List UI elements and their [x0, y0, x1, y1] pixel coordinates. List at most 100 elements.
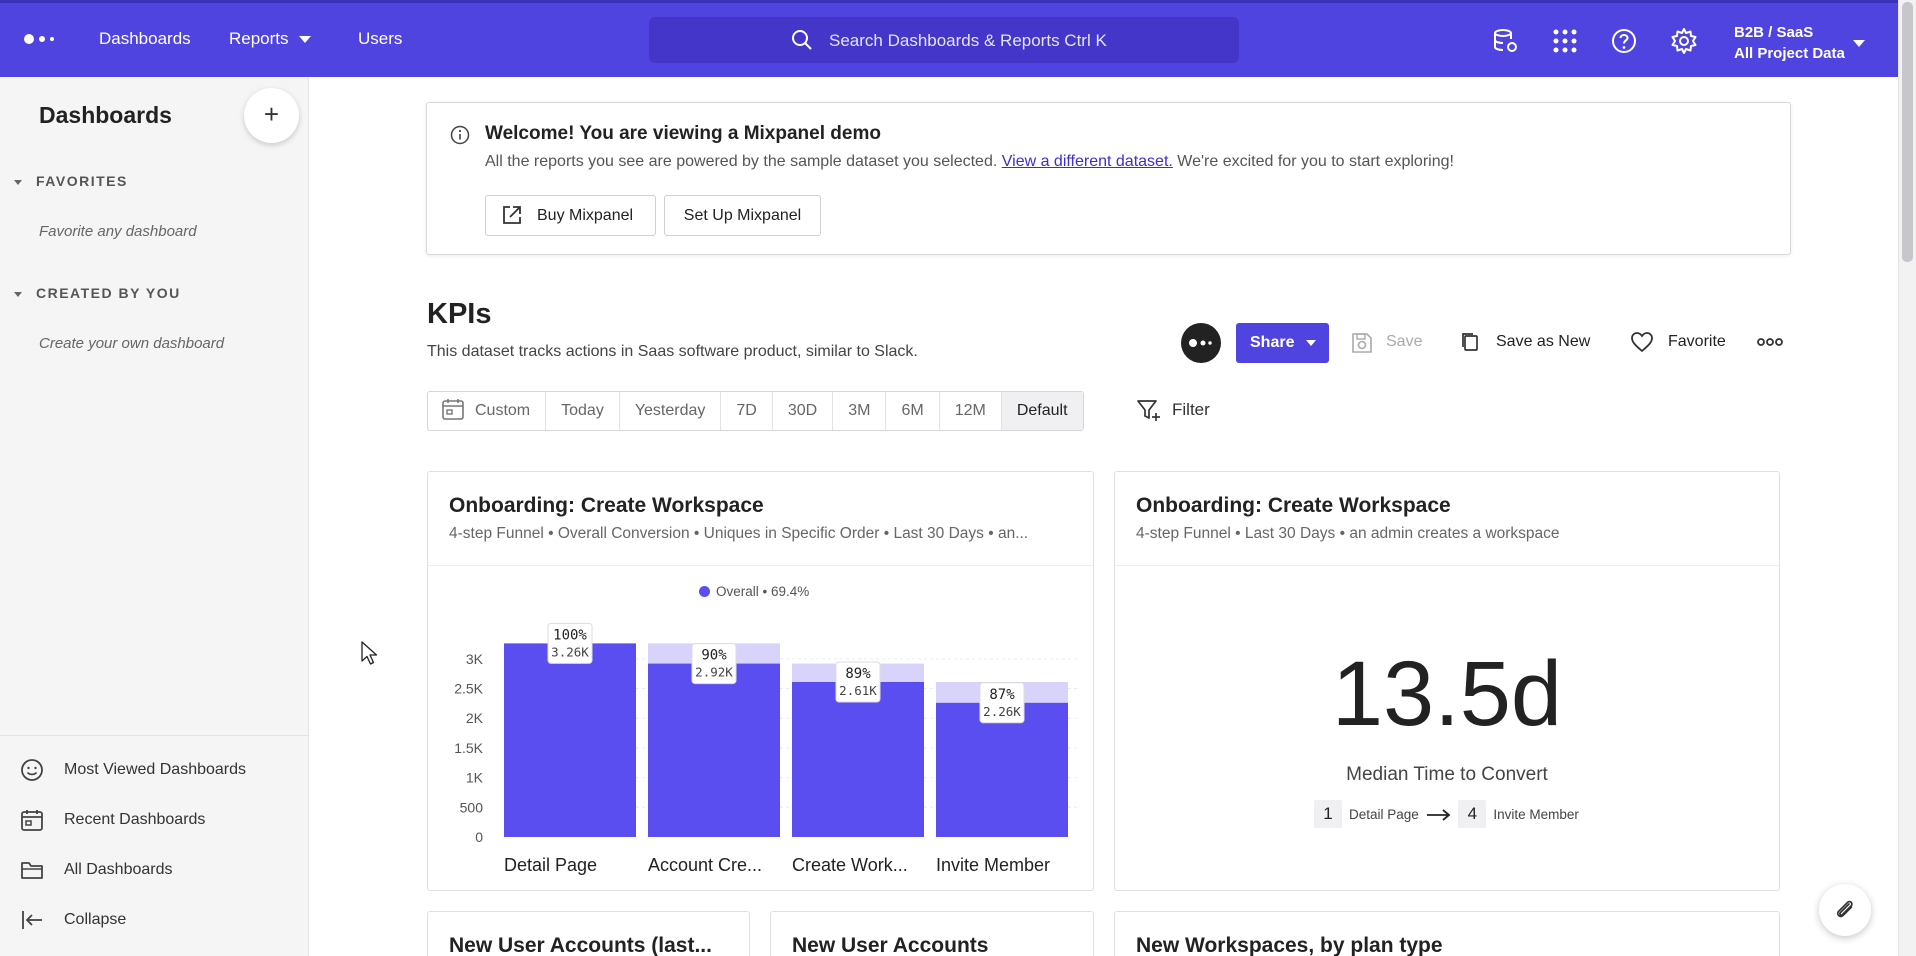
date-range-30d[interactable]: 30D [773, 392, 834, 430]
divider [1115, 565, 1779, 566]
date-range-custom[interactable]: Custom [428, 392, 547, 430]
ellipsis-icon [1757, 338, 1783, 346]
mixpanel-logo[interactable] [24, 31, 56, 47]
scrollbar-thumb[interactable] [1902, 2, 1913, 262]
add-dashboard-button[interactable]: + [244, 88, 299, 143]
divider [0, 735, 309, 736]
percent-label: 90% [701, 648, 727, 664]
buy-mixpanel-button[interactable]: Buy Mixpanel [485, 195, 656, 236]
date-range-default[interactable]: Default [1001, 392, 1083, 430]
collapse-arrow-icon [22, 911, 42, 929]
x-category-label: Create Work... [792, 855, 908, 875]
smiley-icon [21, 759, 43, 781]
date-range-3m[interactable]: 3M [833, 392, 887, 430]
dashboard-description[interactable]: This dataset tracks actions in Saas soft… [427, 343, 918, 361]
nav-reports[interactable]: Reports [229, 29, 311, 49]
date-range-12m[interactable]: 12M [940, 392, 1002, 430]
nav-reports-label: Reports [229, 29, 289, 48]
funnel-chart-card[interactable]: Onboarding: Create Workspace 4-step Funn… [427, 471, 1094, 891]
link-label: Collapse [64, 911, 127, 928]
welcome-banner: Welcome! You are viewing a Mixpanel demo… [426, 102, 1791, 255]
created-hint: Create your own dashboard [39, 335, 225, 352]
info-icon [450, 125, 470, 145]
percent-label: 87% [989, 687, 1015, 703]
y-tick-label: 500 [460, 799, 484, 815]
card-title[interactable]: New User Accounts [792, 934, 988, 956]
value-label: 2.61K [839, 683, 877, 698]
project-data-scope: All Project Data [1734, 45, 1845, 62]
filter-add-icon [1137, 400, 1160, 421]
save-icon [1352, 333, 1372, 353]
folder-icon [21, 862, 43, 879]
from-step-number: 1 [1314, 800, 1342, 828]
save-as-new-label: Save as New [1496, 333, 1591, 350]
funnel-bar [504, 643, 636, 837]
help-icon[interactable] [1610, 27, 1638, 55]
copy-icon [1462, 333, 1478, 351]
date-range-today[interactable]: Today [546, 392, 620, 430]
card-title[interactable]: Onboarding: Create Workspace [1136, 494, 1451, 518]
database-gear-icon[interactable] [1491, 27, 1519, 55]
arrow-right-icon [1426, 809, 1450, 822]
external-link-icon [503, 206, 521, 224]
view-different-dataset-link[interactable]: View a different dataset. [1002, 153, 1173, 170]
mouse-cursor-icon [361, 641, 378, 665]
welcome-text: All the reports you see are powered by t… [485, 153, 1454, 171]
y-tick-label: 1K [466, 770, 484, 786]
chevron-down-icon [1306, 340, 1316, 346]
project-selector[interactable]: B2B / SaaS All Project Data [1734, 22, 1845, 64]
heart-icon [1631, 332, 1653, 353]
percent-label: 89% [845, 666, 871, 682]
to-step-label: Invite Member [1493, 807, 1579, 822]
card-title[interactable]: New Workspaces, by plan type [1136, 934, 1443, 956]
project-name: B2B / SaaS [1734, 24, 1814, 41]
chevron-down-icon [298, 36, 311, 44]
value-label: 3.26K [551, 644, 589, 659]
more-options-avatar-button[interactable] [1181, 323, 1221, 363]
dots-icon [1189, 339, 1212, 347]
link-label: Most Viewed Dashboards [64, 761, 247, 778]
sidebar-section-favorites[interactable]: FAVORITES [14, 173, 128, 189]
paperclip-icon [1836, 900, 1853, 918]
x-category-label: Account Cre... [648, 855, 762, 875]
filter-label: Filter [1172, 400, 1210, 419]
dashboards-sidebar: Dashboards + FAVORITES Favorite any dash… [0, 77, 309, 956]
date-range-7d[interactable]: 7D [721, 392, 773, 430]
report-card[interactable]: New Workspaces, by plan type [1114, 911, 1780, 956]
nav-dashboards[interactable]: Dashboards [99, 29, 191, 49]
settings-gear-icon[interactable] [1670, 27, 1698, 55]
nav-users[interactable]: Users [358, 29, 402, 49]
y-tick-label: 3K [466, 651, 484, 667]
value-label: 2.26K [983, 704, 1021, 719]
report-card[interactable]: New User Accounts (last... [427, 911, 750, 956]
apps-grid-icon[interactable] [1551, 27, 1579, 55]
section-label: CREATED BY YOU [36, 285, 181, 301]
date-range-yesterday[interactable]: Yesterday [620, 392, 722, 430]
card-title[interactable]: New User Accounts (last... [449, 934, 712, 956]
value-label: 2.92K [695, 665, 733, 680]
welcome-title: Welcome! You are viewing a Mixpanel demo [485, 123, 881, 144]
funnel-bar [792, 681, 924, 837]
median-label: Median Time to Convert [1346, 764, 1548, 785]
dashboard-title[interactable]: KPIs [427, 298, 491, 331]
share-button[interactable]: Share [1236, 323, 1329, 363]
link-label: Recent Dashboards [64, 811, 206, 828]
chevron-down-icon[interactable] [1853, 40, 1865, 47]
sidebar-title: Dashboards [39, 102, 172, 128]
favorite-label: Favorite [1668, 333, 1726, 350]
calendar-icon [442, 399, 464, 420]
step-range: 1 Detail Page 4 Invite Member [1314, 800, 1579, 828]
median-time-card[interactable]: Onboarding: Create Workspace 4-step Funn… [1114, 471, 1780, 891]
buy-label: Buy Mixpanel [537, 207, 634, 224]
search-input[interactable]: Search Dashboards & Reports Ctrl K [649, 17, 1239, 63]
date-range-6m[interactable]: 6M [886, 392, 940, 430]
x-category-label: Detail Page [504, 855, 597, 875]
percent-label: 100% [553, 627, 587, 643]
report-card[interactable]: New User Accounts [770, 911, 1094, 956]
sidebar-section-created-by-you[interactable]: CREATED BY YOU [14, 285, 181, 301]
y-tick-label: 0 [475, 829, 483, 845]
attachment-fab-button[interactable] [1819, 884, 1871, 936]
share-label: Share [1250, 334, 1295, 351]
page-scrollbar[interactable] [1898, 0, 1916, 956]
setup-mixpanel-button[interactable]: Set Up Mixpanel [664, 195, 821, 236]
